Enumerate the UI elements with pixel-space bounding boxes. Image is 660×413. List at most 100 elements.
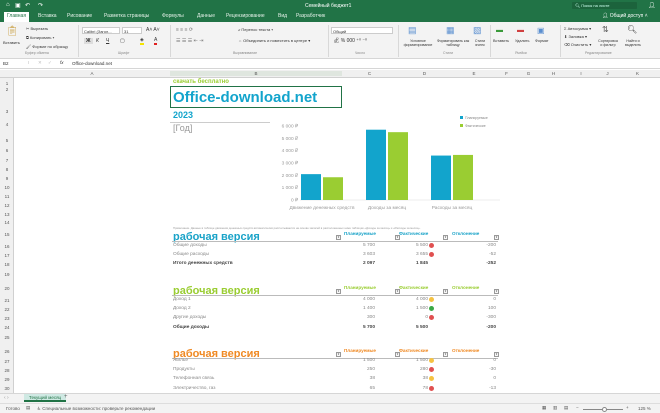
row-header[interactable]: 7 [0,158,14,163]
planned-value[interactable]: 5 700 [340,243,375,248]
row-header[interactable]: 30 [0,386,14,391]
name-box[interactable]: B2 [3,61,9,66]
undo-icon[interactable]: ↶ [25,2,30,9]
row-header[interactable]: 20 [0,286,14,291]
difference-value[interactable]: -200 [460,243,496,248]
row-header[interactable]: 8 [0,167,14,172]
tab-insert[interactable]: Вставка [38,13,57,19]
italic-button[interactable]: К [96,38,99,44]
column-header[interactable]: D [397,71,452,76]
difference-value[interactable]: -300 [460,315,496,320]
row-label[interactable]: Электричество, газ [173,386,216,391]
planned-value[interactable]: 1 500 [340,358,375,363]
row-header[interactable]: 11 [0,194,14,199]
tab-view[interactable]: Вид [278,13,287,19]
difference-value[interactable]: 0 [460,297,496,302]
delete-cells-icon[interactable]: ▬ [517,27,524,34]
row-header[interactable]: 4 [0,122,14,127]
row-header[interactable]: 17 [0,253,14,258]
column-header[interactable]: A [14,71,170,76]
row-header[interactable]: 27 [0,359,14,364]
page-layout-icon[interactable]: ▥ [553,405,557,411]
conditional-format-button[interactable]: Условное форматирование [401,39,435,47]
planned-value[interactable]: 250 [340,367,375,372]
search-input[interactable]: 🔍︎ Поиск на листе [572,2,637,9]
normal-view-icon[interactable]: ▦ [542,405,546,411]
row-label[interactable]: Доход 1 [173,297,191,302]
actual-value[interactable]: 1 500 [400,306,428,311]
year-value[interactable]: 2023 [173,110,193,120]
row-header[interactable]: 2 [0,87,14,92]
row-header[interactable]: 14 [0,220,14,225]
row-label[interactable]: Доход 2 [173,306,191,311]
planned-value[interactable]: 300 [340,315,375,320]
filter-dropdown-icon[interactable]: ▾ [494,289,499,294]
planned-value[interactable]: 1 400 [340,306,375,311]
row-label[interactable]: Общие расходы [173,252,209,257]
difference-value[interactable]: -252 [460,261,496,266]
row-header[interactable]: 23 [0,316,14,321]
sort-filter-button[interactable]: Сортировка и фильтр [597,39,619,47]
row-label[interactable]: Продукты [173,367,195,372]
difference-value[interactable]: -200 [460,325,496,330]
row-header[interactable]: 6 [0,148,14,153]
format-table-icon[interactable]: ▦ [446,25,455,36]
zoom-level[interactable]: 125 % [638,406,651,411]
row-header[interactable]: 29 [0,377,14,382]
row-header[interactable]: 13 [0,212,14,217]
scroll-sheets-icon[interactable]: ‹ › [4,395,9,401]
row-label[interactable]: Другие доходы [173,315,206,320]
tab-developer[interactable]: Разработчик [296,13,325,19]
actual-value[interactable]: 1 845 [400,261,428,266]
fill-button[interactable]: ⬇ Заливка ▾ [564,34,587,39]
row-header[interactable]: 15 [0,232,14,237]
column-header[interactable]: I [567,71,595,76]
conditional-format-icon[interactable]: ▤ [408,25,417,36]
actual-value[interactable]: 78 [400,386,428,391]
underline-button[interactable]: Ч [106,38,109,44]
font-name-select[interactable]: Calibri (Загол... [82,27,120,34]
copy-button[interactable]: ⧉ Копировать ▾ [26,35,54,40]
align-left-icon[interactable]: ☰ ☰ ☰ ⇤ ⇥ [176,38,203,44]
cut-button[interactable]: ✂ Вырезать [26,26,48,31]
borders-icon[interactable]: ▢ [120,38,125,44]
actual-value[interactable]: 5 500 [400,243,428,248]
add-sheet-icon[interactable]: + [64,394,68,400]
number-format-select[interactable]: Общий [331,27,393,34]
save-icon[interactable]: ▣ [15,2,21,9]
filter-dropdown-icon[interactable]: ▾ [336,235,341,240]
tab-review[interactable]: Рецензирование [226,13,265,19]
actual-value[interactable]: 0 [400,315,428,320]
row-header[interactable]: 1 [0,81,14,86]
row-header[interactable]: 10 [0,185,14,190]
tab-page-layout[interactable]: Разметка страницы [104,13,149,19]
home-icon[interactable]: ⌂ [6,2,10,8]
actual-value[interactable]: 1 500 [400,358,428,363]
budget-chart[interactable]: 0 ₽ 1 000 ₽ 2 000 ₽ 3 000 ₽ 4 000 ₽ 5 000 ₽ 6 … [260,110,530,220]
actual-value[interactable]: 38 [400,376,428,381]
find-select-button[interactable]: Найти и выделить [620,39,646,47]
sort-filter-icon[interactable]: ⇅ [602,25,609,34]
zoom-in-icon[interactable]: + [626,405,629,410]
name-box-chevron-icon[interactable]: ⁝ [28,60,29,66]
planned-value[interactable]: 3 603 [340,252,375,257]
sheet-tab-current[interactable]: Текущий месяц [24,394,67,402]
actual-value[interactable]: 4 000 [400,297,428,302]
font-grow-icon[interactable]: A˄ A˅ [146,27,160,33]
row-header[interactable]: 18 [0,262,14,267]
zoom-out-icon[interactable]: − [576,405,579,410]
font-color-icon[interactable]: A [154,37,158,45]
currency-icon[interactable]: 💰︎ % 000 ⁺⁰ ⁻⁰ [333,38,367,44]
column-header[interactable]: B [170,71,342,76]
insert-cells-icon[interactable]: ▬ [496,27,503,34]
column-header[interactable]: K [620,71,655,76]
row-label[interactable]: Итого денежных средств [173,261,233,266]
difference-value[interactable]: 0 [460,358,496,363]
column-header[interactable]: J [595,71,620,76]
cell-styles-icon[interactable]: ▧ [473,25,482,36]
row-header[interactable]: 19 [0,272,14,277]
difference-value[interactable]: 0 [460,376,496,381]
insert-cells-button[interactable]: Вставить [493,39,509,43]
planned-value[interactable]: 65 [340,386,375,391]
difference-value[interactable]: -30 [460,367,496,372]
